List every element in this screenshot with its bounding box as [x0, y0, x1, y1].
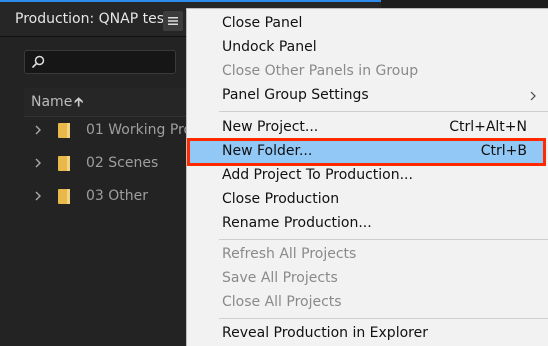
menu-item-new-folder[interactable]: New Folder... Ctrl+B [187, 138, 546, 166]
list-item-label: 03 Other [86, 188, 149, 204]
context-menu: Close Panel Undock Panel Close Other Pan… [186, 8, 548, 346]
chevron-right-icon[interactable] [32, 156, 44, 170]
menu-item-label: New Project... [222, 119, 319, 135]
folder-icon [58, 123, 70, 138]
menu-item-label: Close Other Panels in Group [222, 63, 419, 79]
menu-item-close-production[interactable]: Close Production [187, 188, 548, 212]
list-item[interactable]: 02 Scenes [24, 148, 194, 180]
search-box[interactable] [24, 50, 176, 74]
search-icon [31, 55, 45, 69]
menu-item-rename-production[interactable]: Rename Production... [187, 212, 548, 236]
list-item[interactable]: 01 Working Pro [24, 115, 194, 147]
menu-item-label: Undock Panel [222, 39, 317, 55]
menu-item-add-project-to-production[interactable]: Add Project To Production... [187, 164, 548, 188]
menu-item-label: Refresh All Projects [222, 246, 357, 262]
menu-item-label: Rename Production... [222, 215, 372, 231]
menu-item-panel-group-settings[interactable]: Panel Group Settings [187, 84, 548, 108]
menu-item-label: Add Project To Production... [222, 167, 413, 183]
menu-separator [219, 239, 548, 240]
menu-item-reveal-in-explorer[interactable]: Reveal Production in Explorer [187, 322, 548, 346]
submenu-arrow-icon [530, 91, 536, 101]
search-input[interactable] [51, 53, 171, 71]
menu-separator [219, 111, 548, 112]
menu-item-label: New Folder... [222, 143, 313, 159]
menu-item-close-all-projects: Close All Projects [187, 291, 548, 315]
menu-item-new-project[interactable]: New Project... Ctrl+Alt+N [187, 116, 548, 140]
menu-item-label: Save All Projects [222, 270, 338, 286]
chevron-right-icon[interactable] [32, 123, 44, 137]
menu-item-close-panel[interactable]: Close Panel [187, 12, 548, 36]
folder-icon [58, 189, 70, 204]
sort-ascending-icon[interactable]: 🡱 [74, 93, 83, 115]
menu-item-close-other-panels: Close Other Panels in Group [187, 60, 548, 84]
hamburger-menu-icon[interactable] [163, 11, 183, 31]
chevron-right-icon[interactable] [32, 189, 44, 203]
menu-item-label: Reveal Production in Explorer [222, 325, 428, 341]
panel-title: Production: QNAP test [15, 11, 170, 27]
list-item-label: 02 Scenes [86, 155, 159, 171]
menu-item-undock-panel[interactable]: Undock Panel [187, 36, 548, 60]
menu-item-label: Close Panel [222, 15, 303, 31]
folder-icon [58, 156, 70, 171]
list-header[interactable]: Name 🡱 [24, 88, 194, 117]
menu-item-shortcut: Ctrl+B [480, 143, 527, 159]
column-header-name[interactable]: Name [31, 94, 72, 110]
list-item[interactable]: 03 Other [24, 181, 194, 213]
menu-item-label: Panel Group Settings [222, 87, 369, 103]
menu-item-refresh-all-projects: Refresh All Projects [187, 243, 548, 267]
list-item-label: 01 Working Pro [86, 122, 193, 138]
menu-item-label: Close Production [222, 191, 340, 207]
menu-item-label: Close All Projects [222, 294, 342, 310]
menu-separator [219, 318, 548, 319]
menu-item-save-all-projects: Save All Projects [187, 267, 548, 291]
menu-item-shortcut: Ctrl+Alt+N [449, 119, 527, 135]
